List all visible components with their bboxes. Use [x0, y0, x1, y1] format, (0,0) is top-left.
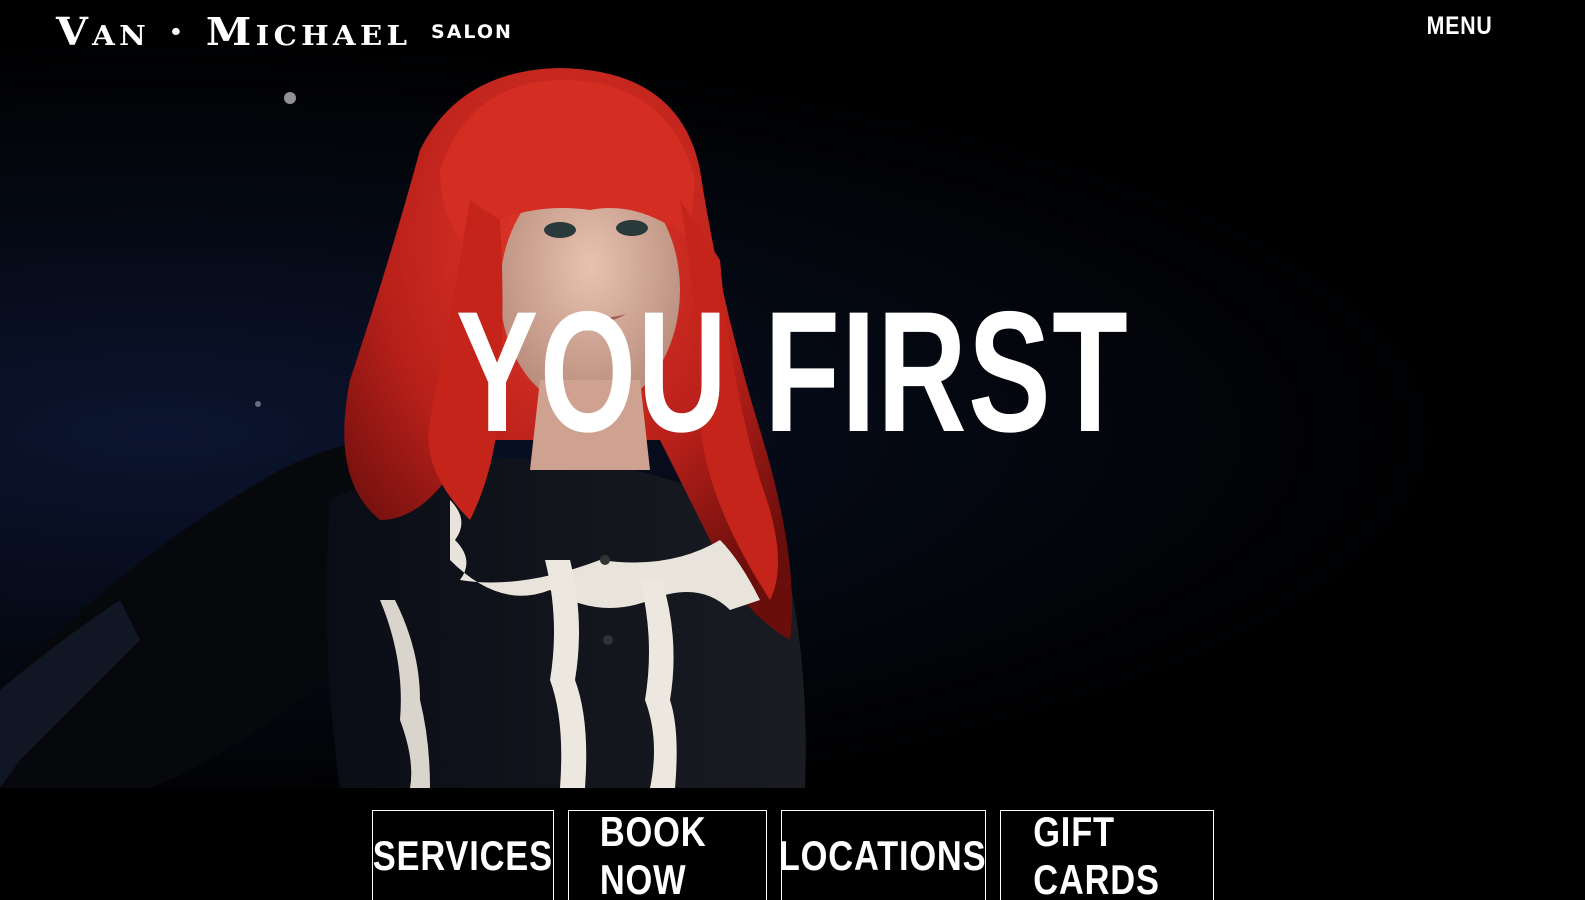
services-label: SERVICES: [372, 831, 553, 879]
logo-wordmark: Van · Michael: [56, 9, 412, 54]
site-header: Van · Michael SALON MENU: [0, 0, 1585, 60]
book-now-label: BOOK NOW: [599, 807, 706, 900]
hero-title: YOU FIRST: [455, 276, 1130, 468]
locations-button[interactable]: LOCATIONS: [779, 810, 987, 900]
book-now-button[interactable]: BOOK NOW: [567, 807, 767, 900]
gift-cards-button[interactable]: GIFT CARDS: [999, 807, 1214, 900]
page: Van · Michael SALON MENU YOU FIRST SERVI…: [0, 0, 1585, 900]
site-logo[interactable]: Van · Michael SALON: [56, 8, 513, 52]
locations-label: LOCATIONS: [779, 831, 987, 879]
bottom-nav: SERVICES BOOK NOW LOCATIONS GIFT CARDS: [0, 788, 1585, 900]
menu-button[interactable]: MENU: [1427, 12, 1493, 41]
services-button[interactable]: SERVICES: [371, 810, 554, 900]
gift-cards-label: GIFT CARDS: [1032, 807, 1160, 900]
logo-salon-text: SALON: [431, 21, 513, 43]
